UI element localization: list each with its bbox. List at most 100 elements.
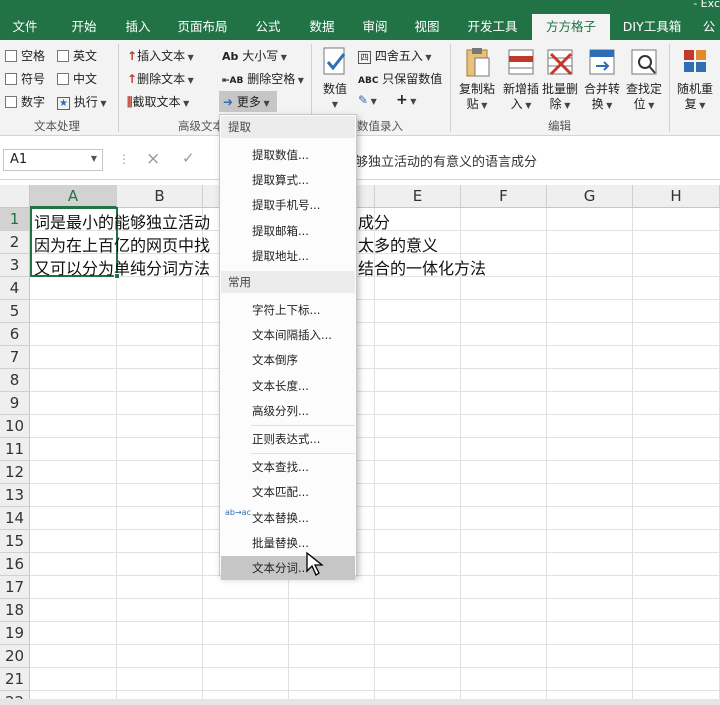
column-header-g[interactable]: G [547,185,633,208]
delete-spaces-button[interactable]: ⇤AB 删除空格 ▼ [222,70,304,87]
merge-convert-button[interactable]: 合并转 换 ▼ [581,46,623,113]
confirm-button[interactable]: ✓ [182,149,195,167]
row-header-20[interactable]: 20 [0,645,30,668]
row-header-13[interactable]: 13 [0,484,30,507]
delete-text-button[interactable]: ↑删除文本 ▼ [127,70,194,87]
keep-value-button[interactable]: ABC 只保留数值 [358,70,442,87]
batch-delete-button[interactable]: 批量删 除 ▼ [539,46,581,113]
menu-item[interactable]: 文本匹配... [221,480,355,504]
row-header-19[interactable]: 19 [0,622,30,645]
menu-item[interactable]: 字符上下标... [221,298,355,322]
row-header-14[interactable]: 14 [0,507,30,530]
menu-item[interactable]: 批量替换... [221,531,355,555]
insert-text-button[interactable]: ↑插入文本 ▼ [127,47,194,64]
name-box[interactable]: A1 ▼ [3,149,103,171]
row-header-9[interactable]: 9 [0,392,30,415]
tab-4[interactable]: 公式 [242,14,294,40]
row-header-5[interactable]: 5 [0,300,30,323]
row-header-7[interactable]: 7 [0,346,30,369]
random-repeat-button[interactable]: 随机重 复 ▼ [672,46,718,113]
menu-item[interactable]: 正则表达式... [221,427,355,451]
tab-10[interactable]: DIY工具箱 [612,14,692,40]
select-all-corner[interactable] [0,185,30,208]
delete-grid-icon [547,49,573,76]
menu-item[interactable]: 文本替换... ab→ac [221,506,355,530]
row-header-2[interactable]: 2 [0,231,30,254]
checkbox-digit[interactable]: 数字 [5,93,45,110]
row-header-11[interactable]: 11 [0,438,30,461]
row-header-3[interactable]: 3 [0,254,30,277]
menu-item[interactable]: 提取手机号... [221,193,355,217]
cell-text-a1[interactable]: 词是最小的能够独立活动 [34,209,210,233]
add-insert-button[interactable]: 新增插 入 ▼ [500,46,542,113]
row-header-15[interactable]: 15 [0,530,30,553]
extract-text-button[interactable]: ⫼截取文本 ▼ [127,93,189,110]
execute-button[interactable]: ★ 执行 ▼ [57,93,107,110]
menu-item[interactable]: 文本长度... [221,374,355,398]
row-header-12[interactable]: 12 [0,461,30,484]
formula-content[interactable]: 够独立活动的有意义的语言成分 [355,151,537,170]
tab-5[interactable]: 数据 [296,14,348,40]
checkbox-symbol[interactable]: 符号 [5,70,45,87]
menu-item[interactable]: 高级分列... [221,399,355,423]
tab-8[interactable]: 开发工具 [455,14,530,40]
column-header-b[interactable]: B [117,185,203,208]
checkbox-space[interactable]: 空格 [5,47,45,64]
insert-rows-icon [508,49,534,75]
row-header-6[interactable]: 6 [0,323,30,346]
delete-text-icon: ↑ [127,72,138,86]
window-title: - Exc [693,0,720,10]
row-header-8[interactable]: 8 [0,369,30,392]
copy-paste-button[interactable]: 复制粘 贴 ▼ [455,46,499,113]
cell-text-overflow-a1: 成分 [358,213,391,232]
menu-item[interactable]: 文本倒序 [221,348,355,372]
column-header-f[interactable]: F [461,185,547,208]
menu-item[interactable]: 文本查找... [221,455,355,479]
row-header-10[interactable]: 10 [0,415,30,438]
column-header-a[interactable]: A [30,185,117,208]
cell-text-a2[interactable]: 因为在上百亿的网页中找 [34,232,210,256]
plus-button[interactable]: + ▼ [396,92,416,108]
row-header-18[interactable]: 18 [0,599,30,622]
row-header-16[interactable]: 16 [0,553,30,576]
row-header-21[interactable]: 21 [0,668,30,691]
checkbox-chinese[interactable]: 中文 [57,70,97,87]
menu-item[interactable]: 文本间隔插入... [221,323,355,347]
row-header-4[interactable]: 4 [0,277,30,300]
tab-3[interactable]: 页面布局 [165,14,240,40]
fill-button[interactable]: ✎ ▼ [358,93,377,107]
tab-9[interactable]: 方方格子 [532,14,610,40]
grid-row-line [30,414,720,415]
grid-row-line [30,598,720,599]
tab-6[interactable]: 审阅 [350,14,400,40]
column-header-h[interactable]: H [633,185,720,208]
find-locate-button[interactable]: 查找定 位 ▼ [623,46,665,113]
menu-item[interactable]: 提取邮箱... [221,219,355,243]
merge-icon [589,49,615,75]
value-button[interactable]: 数值 ▼ [318,46,352,112]
tab-1[interactable]: 开始 [58,14,110,40]
spreadsheet-grid[interactable]: ABCDEFGH12345678910111213141516171819202… [0,185,720,705]
menu-item-label: 提取地址... [252,248,309,263]
grid-row-line [30,667,720,668]
menu-item-label: 文本查找... [252,460,309,475]
row-header-1[interactable]: 1 [0,208,30,231]
group-separator [118,44,119,132]
round-button[interactable]: 四 四舍五入 ▼ [358,47,432,64]
menu-item[interactable]: 文本分词... [221,556,355,580]
grid-row-line [30,644,720,645]
row-header-17[interactable]: 17 [0,576,30,599]
menu-item[interactable]: 提取算式... [221,168,355,192]
tab-2[interactable]: 插入 [113,14,163,40]
menu-item[interactable]: 提取数值... [221,143,355,167]
cancel-button[interactable]: × [146,149,160,169]
tab-0[interactable]: 文件 [0,14,50,40]
column-header-e[interactable]: E [375,185,461,208]
tab-7[interactable]: 视图 [402,14,452,40]
cell-text-a3[interactable]: 又可以分为单纯分词方法 [34,255,210,279]
tab-11[interactable]: 公 [698,14,720,40]
more-button[interactable]: ➜ 更多 ▼ [219,91,277,112]
checkbox-english[interactable]: 英文 [57,47,97,64]
case-button[interactable]: Ab 大小写 ▼ [222,47,287,64]
menu-item[interactable]: 提取地址... [221,244,355,268]
